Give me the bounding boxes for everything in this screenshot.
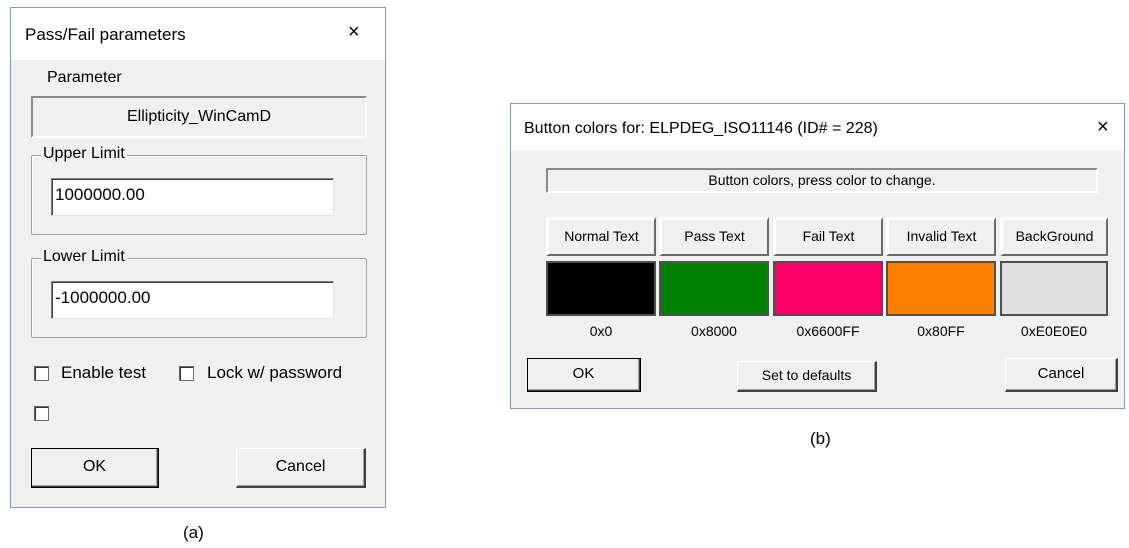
normal-text-hex: 0x0 — [589, 323, 613, 339]
close-icon[interactable]: × — [1097, 117, 1109, 137]
instruction-text: Button colors, press color to change. — [708, 172, 936, 188]
parameter-value-field: Ellipticity_WinCamD — [31, 96, 367, 138]
normal-text-label-button[interactable]: Normal Text — [546, 217, 656, 256]
set-to-defaults-label: Set to defaults — [761, 367, 852, 383]
background-hex: 0xE0E0E0 — [1020, 323, 1088, 339]
background-label-button[interactable]: BackGround — [1000, 217, 1108, 256]
caption-a: (a) — [183, 523, 204, 542]
pass-text-hex: 0x8000 — [691, 323, 737, 339]
fail-text-label: Fail Text — [802, 228, 855, 244]
ok-button[interactable]: OK — [527, 358, 641, 392]
cancel-button-label: Cancel — [275, 458, 326, 475]
dialog-title: Pass/Fail parameters — [25, 25, 186, 44]
cancel-button[interactable]: Cancel — [236, 448, 366, 488]
invalid-text-hex: 0x80FF — [917, 323, 965, 339]
unlabeled-checkbox[interactable] — [34, 406, 49, 421]
set-to-defaults-button[interactable]: Set to defaults — [737, 361, 877, 392]
pass-text-swatch[interactable] — [659, 261, 769, 316]
parameter-label: Parameter — [47, 69, 122, 86]
normal-text-swatch[interactable] — [546, 261, 656, 316]
ok-button-label: OK — [572, 365, 595, 382]
pass-fail-dialog: Pass/Fail parameters × Parameter Ellipti… — [10, 7, 386, 508]
upper-limit-label: Upper Limit — [41, 145, 127, 163]
pass-text-label-button[interactable]: Pass Text — [659, 217, 769, 256]
background-label: BackGround — [1015, 228, 1094, 244]
enable-test-checkbox[interactable] — [34, 366, 49, 381]
ok-button-label: OK — [82, 458, 107, 475]
invalid-text-label-button[interactable]: Invalid Text — [886, 217, 996, 256]
lower-limit-input[interactable]: -1000000.00 — [51, 281, 334, 319]
instruction-field: Button colors, press color to change. — [546, 168, 1098, 193]
enable-test-label: Enable test — [61, 363, 147, 382]
invalid-text-swatch[interactable] — [886, 261, 996, 316]
lower-limit-label: Lower Limit — [41, 248, 127, 266]
lock-password-checkbox[interactable] — [179, 366, 194, 381]
caption-b: (b) — [810, 429, 831, 448]
normal-text-label: Normal Text — [564, 228, 639, 244]
fail-text-hex: 0x6600FF — [796, 323, 860, 339]
background-swatch[interactable] — [1000, 261, 1108, 316]
fail-text-swatch[interactable] — [773, 261, 883, 316]
ok-button[interactable]: OK — [31, 448, 159, 488]
cancel-button-label: Cancel — [1037, 365, 1085, 382]
invalid-text-label: Invalid Text — [906, 228, 977, 244]
upper-limit-input[interactable]: 1000000.00 — [51, 178, 334, 216]
lock-password-label: Lock w/ password — [207, 363, 343, 382]
pass-text-label: Pass Text — [684, 228, 745, 244]
upper-limit-value: 1000000.00 — [55, 185, 145, 204]
close-icon[interactable]: × — [348, 22, 360, 42]
button-colors-dialog: Button colors for: ELPDEG_ISO11146 (ID# … — [510, 103, 1125, 409]
parameter-value: Ellipticity_WinCamD — [126, 108, 272, 125]
dialog-title: Button colors for: ELPDEG_ISO11146 (ID# … — [524, 120, 878, 137]
lower-limit-value: -1000000.00 — [55, 288, 151, 307]
cancel-button[interactable]: Cancel — [1005, 358, 1118, 392]
fail-text-label-button[interactable]: Fail Text — [773, 217, 883, 256]
